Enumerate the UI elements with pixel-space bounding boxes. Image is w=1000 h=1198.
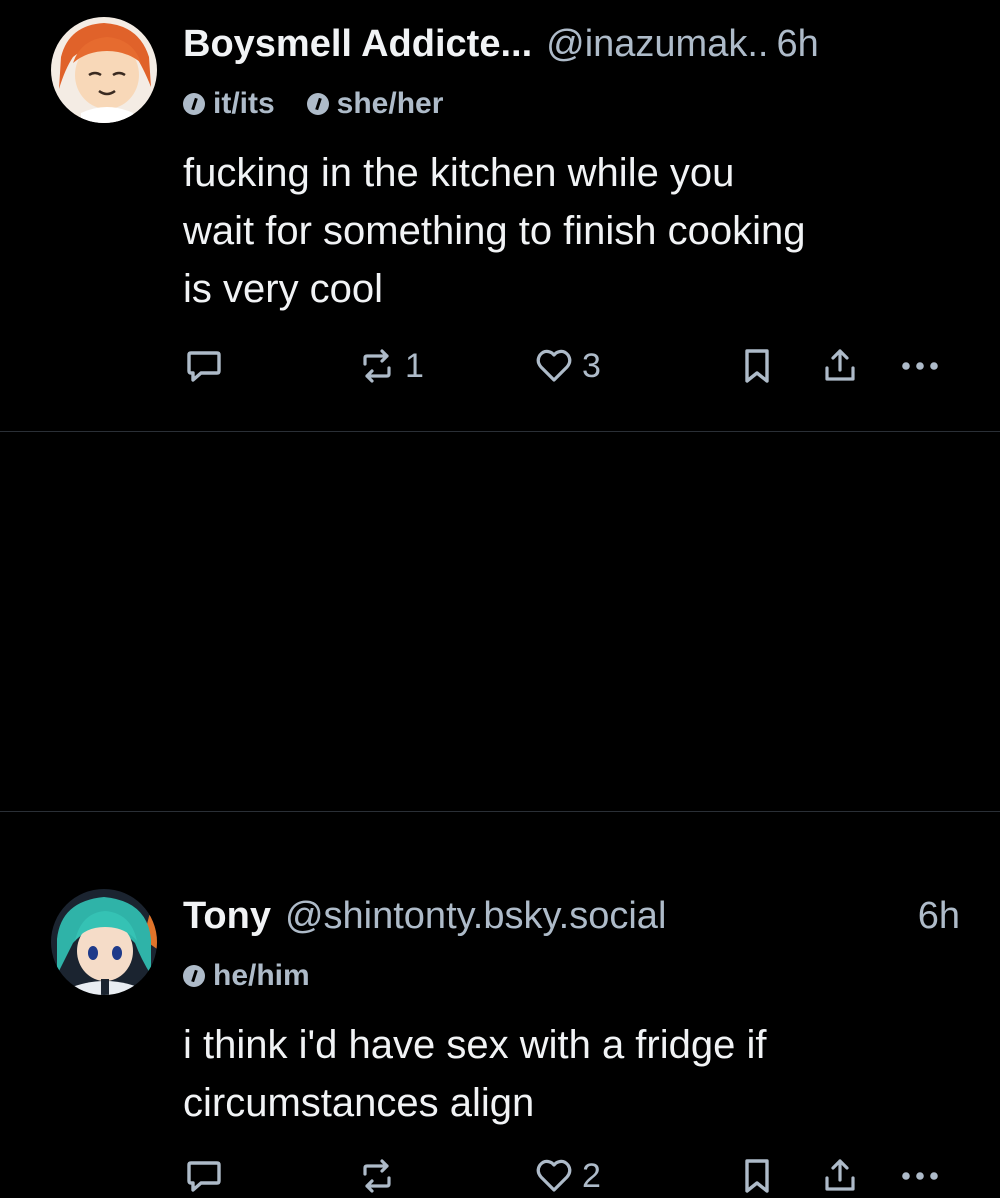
pronouns-row: he/him bbox=[183, 959, 310, 993]
like-count: 2 bbox=[582, 1156, 601, 1195]
heart-icon bbox=[536, 1159, 572, 1192]
speech-bubble-icon bbox=[187, 1161, 221, 1192]
bookmark-button[interactable] bbox=[739, 344, 775, 388]
post-2[interactable]: Tony @shintonty.bsky.social 6h he/him i … bbox=[0, 432, 1000, 1195]
pronoun-tag: she/her bbox=[306, 87, 444, 121]
user-handle[interactable]: @inazumak.. bbox=[546, 23, 768, 66]
post-text: fucking in the kitchen while you wait fo… bbox=[183, 151, 806, 311]
pronouns-row: it/its she/her bbox=[183, 87, 443, 121]
post-actions: 1 3 bbox=[0, 344, 1000, 388]
pronoun-tag: it/its bbox=[183, 87, 275, 121]
repost-button[interactable]: 1 bbox=[357, 344, 424, 388]
avatar-tony[interactable] bbox=[51, 889, 157, 995]
post-header: Tony @shintonty.bsky.social 6h bbox=[183, 890, 960, 942]
more-dots-icon bbox=[902, 362, 938, 370]
pronoun-info-icon bbox=[183, 965, 205, 987]
post-1[interactable]: Boysmell Addicte... @inazumak.. 6h it/it… bbox=[0, 0, 1000, 432]
reply-button[interactable] bbox=[185, 1154, 231, 1198]
bookmark-icon bbox=[745, 1159, 769, 1193]
share-icon bbox=[825, 1159, 855, 1191]
pronoun-label: she/her bbox=[336, 87, 444, 120]
user-handle[interactable]: @shintonty.bsky.social bbox=[285, 895, 666, 938]
reply-button[interactable] bbox=[185, 344, 231, 388]
heart-icon bbox=[536, 349, 572, 382]
bookmark-icon bbox=[745, 349, 769, 383]
bookmark-button[interactable] bbox=[739, 1154, 775, 1198]
share-button[interactable] bbox=[820, 344, 860, 388]
pronoun-tag: he/him bbox=[183, 959, 310, 993]
repost-arrows-icon bbox=[363, 1159, 391, 1193]
more-options-button[interactable] bbox=[898, 1154, 942, 1198]
pronoun-info-icon bbox=[306, 93, 329, 115]
more-options-button[interactable] bbox=[898, 344, 942, 388]
repost-count: 1 bbox=[405, 346, 424, 385]
pronoun-label: he/him bbox=[213, 959, 310, 992]
speech-bubble-icon bbox=[187, 351, 221, 382]
like-button[interactable]: 2 bbox=[534, 1154, 601, 1198]
share-button[interactable] bbox=[820, 1154, 860, 1198]
like-button[interactable]: 3 bbox=[534, 344, 601, 388]
repost-arrows-icon bbox=[363, 349, 391, 383]
share-icon bbox=[825, 349, 855, 381]
pronoun-info-icon bbox=[183, 93, 205, 115]
post-timestamp[interactable]: 6h bbox=[918, 895, 960, 938]
post-header: Boysmell Addicte... @inazumak.. 6h bbox=[183, 18, 960, 70]
display-name[interactable]: Boysmell Addicte... bbox=[183, 23, 532, 66]
avatar-boysmell[interactable] bbox=[51, 17, 157, 123]
more-dots-icon bbox=[902, 1172, 938, 1180]
post-actions: 2 bbox=[0, 1154, 1000, 1198]
post-timestamp[interactable]: 6h bbox=[776, 23, 818, 66]
like-count: 3 bbox=[582, 346, 601, 385]
pronoun-label: it/its bbox=[213, 87, 275, 120]
display-name[interactable]: Tony bbox=[183, 895, 271, 938]
repost-button[interactable] bbox=[357, 1154, 405, 1198]
post-text: i think i'd have sex with a fridge if ci… bbox=[183, 1023, 767, 1125]
